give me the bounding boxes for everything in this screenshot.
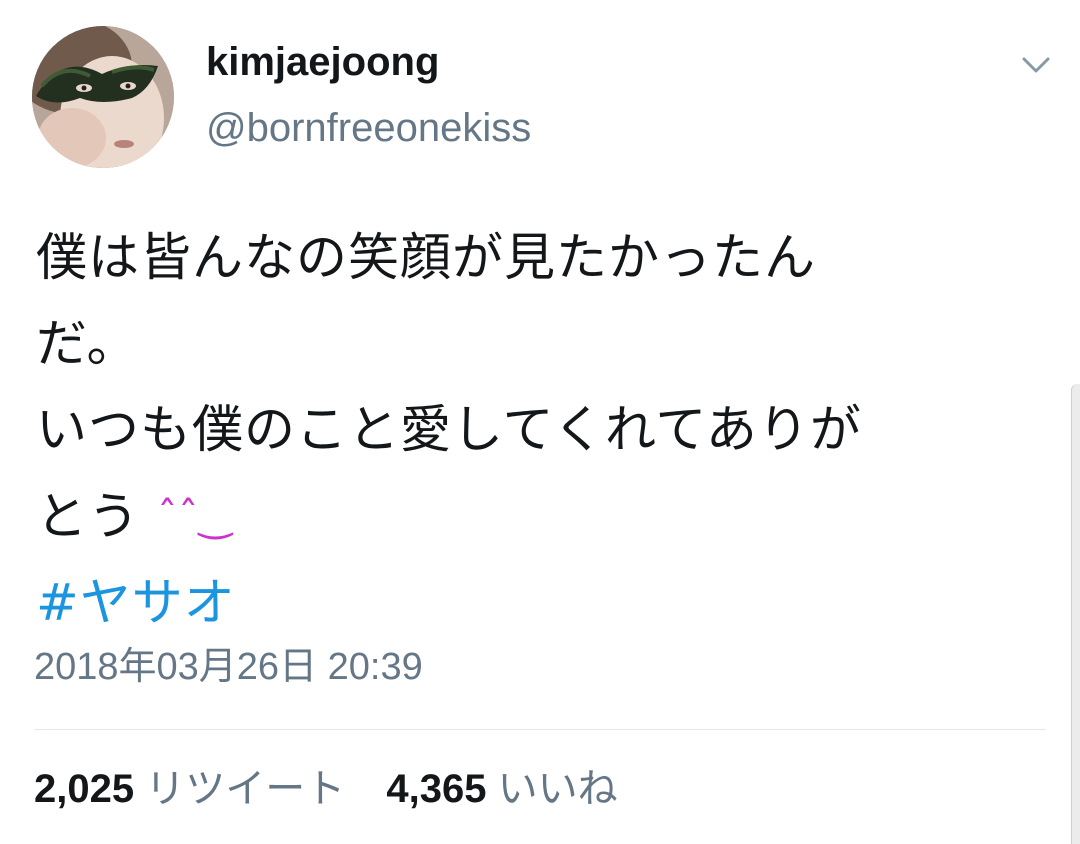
masked-face-image [32, 26, 174, 168]
timestamp[interactable]: 2018年03月26日 20:39 [34, 643, 423, 691]
user-handle[interactable]: @bornfreeonekiss [206, 104, 531, 152]
tweet-text: 僕は皆んなの笑顔が見たかったん だ。 いつも僕のこと愛してくれてありが とう ˆ… [36, 216, 1036, 647]
tweet-detail: kimjaejoong @bornfreeonekiss 僕は皆んなの笑顔が見た… [0, 0, 1080, 844]
tweet-text-line: とう ˆˆ‿ [36, 474, 1036, 561]
tweet-text-line: いつも僕のこと愛してくれてありが [36, 401, 862, 460]
tweet-text-fragment: とう [36, 488, 141, 547]
user-display-name[interactable]: kimjaejoong [206, 38, 439, 86]
likes-stat[interactable]: 4,365 いいね [386, 767, 617, 811]
engagement-stats: 2,025 リツイート 4,365 いいね [34, 764, 648, 814]
likes-count: 4,365 [386, 767, 487, 811]
tweet-text-line: だ。 [36, 315, 139, 374]
chevron-down-icon[interactable] [1016, 50, 1056, 80]
retweets-label: リツイート [145, 767, 346, 811]
retweets-stat[interactable]: 2,025 リツイート [34, 767, 345, 811]
smile-emoji-icon: ˆˆ‿ [157, 494, 233, 540]
scrollbar[interactable] [1071, 384, 1080, 844]
retweets-count: 2,025 [34, 767, 135, 811]
divider [34, 729, 1046, 730]
tweet-text-line: 僕は皆んなの笑顔が見たかったん [36, 229, 817, 288]
likes-label: いいね [497, 767, 618, 811]
hashtag-link[interactable]: #ヤサオ [36, 561, 1036, 647]
avatar[interactable] [32, 26, 174, 168]
